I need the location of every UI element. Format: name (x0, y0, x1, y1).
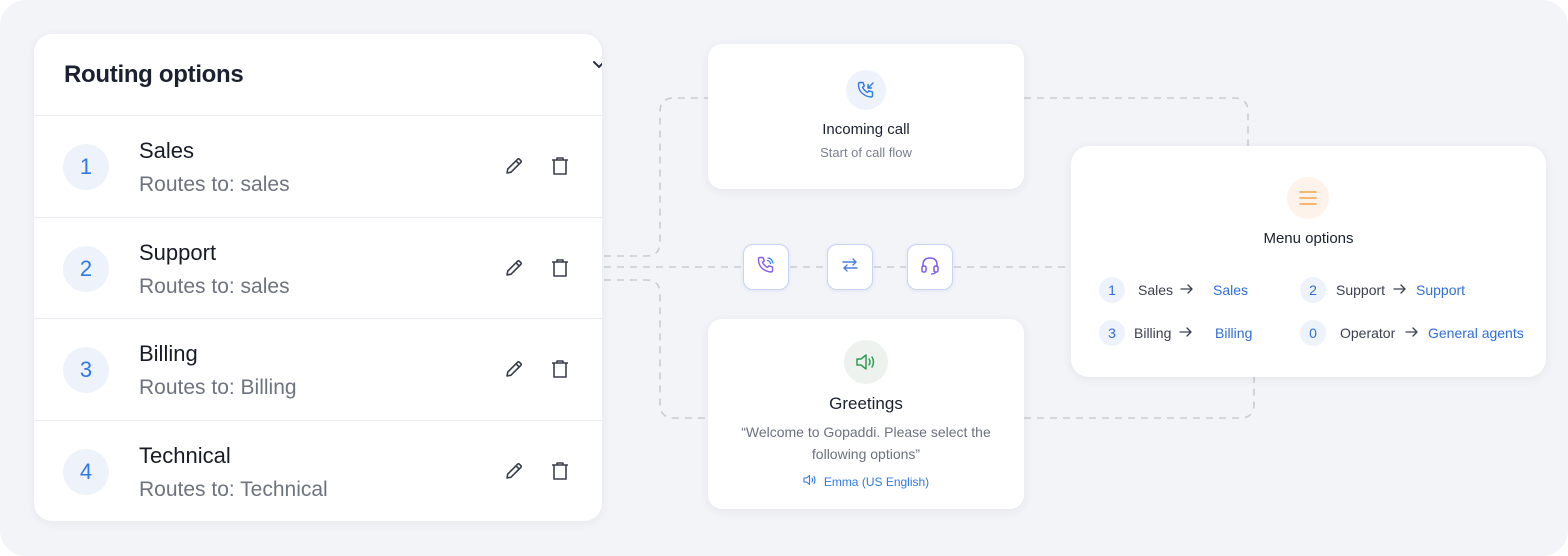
route-number-badge: 1 (63, 144, 109, 190)
menu-key-badge: 2 (1300, 277, 1326, 303)
route-destination: Routes to: sales (139, 173, 290, 196)
trash-icon[interactable] (547, 458, 573, 484)
menu-item-target[interactable]: General agents (1428, 325, 1524, 341)
arrow-right-icon (1405, 327, 1418, 337)
menu-item-target[interactable]: Sales (1213, 282, 1248, 298)
edit-icon[interactable] (501, 255, 527, 281)
menu-key-badge: 1 (1099, 277, 1125, 303)
trash-icon[interactable] (547, 255, 573, 281)
greetings-title: Greetings (829, 394, 903, 413)
arrow-right-icon (1393, 284, 1406, 294)
menu-key-badge: 0 (1300, 320, 1326, 346)
arrow-right-icon (1179, 327, 1192, 337)
panel-title: Routing options (64, 61, 244, 88)
routing-row[interactable]: 3 Billing Routes to: Billing (34, 319, 602, 421)
route-name: Support (139, 239, 217, 265)
menu-item-label: Support (1336, 282, 1386, 298)
incoming-call-card[interactable]: Incoming call Start of call flow (708, 44, 1024, 189)
voice-selector[interactable]: Emma (US English) (708, 474, 1024, 489)
speaker-small-icon (803, 474, 818, 489)
greeting-message-line-1: “Welcome to Gopaddi. Please select the (741, 424, 991, 440)
headset-icon (919, 254, 941, 281)
menu-item-target[interactable]: Support (1416, 282, 1465, 298)
phone-call-node[interactable] (743, 244, 789, 290)
menu-item-label: Operator (1340, 325, 1396, 341)
menu-key-badge: 3 (1099, 320, 1125, 346)
edit-icon[interactable] (501, 153, 527, 179)
route-name: Technical (139, 442, 231, 468)
chevron-icon[interactable] (592, 58, 602, 77)
trash-icon[interactable] (547, 356, 573, 382)
route-number-badge: 4 (63, 448, 109, 495)
edit-icon[interactable] (501, 356, 527, 382)
phone-incoming-icon (846, 70, 886, 110)
routing-row[interactable]: 1 Sales Routes to: sales (34, 116, 602, 218)
greeting-message-line-2: following options” (811, 446, 921, 462)
menu-options-card[interactable]: Menu options 1 Sales Sales 2 Support Sup… (1071, 146, 1546, 377)
menu-title: Menu options (1263, 230, 1354, 247)
menu-item-label: Billing (1134, 325, 1172, 341)
routing-row[interactable]: 4 Technical Routes to: Technical (34, 421, 602, 522)
voice-label: Emma (US English) (823, 474, 930, 489)
route-destination: Routes to: Technical (139, 477, 328, 501)
route-name: Sales (139, 138, 195, 163)
route-number-badge: 2 (63, 245, 109, 292)
transfer-arrows-icon (840, 255, 860, 280)
routing-options-panel: Routing options 1 Sales Routes to: sales… (34, 34, 602, 521)
menu-lines-icon (1287, 177, 1329, 219)
agent-node[interactable] (907, 244, 953, 290)
routing-header: Routing options (34, 34, 602, 116)
transfer-node[interactable] (827, 244, 873, 290)
arrow-right-icon (1180, 284, 1193, 294)
trash-icon[interactable] (547, 153, 573, 179)
phone-call-icon (756, 255, 776, 280)
route-name: Billing (139, 341, 198, 366)
menu-item-target[interactable]: Billing (1215, 325, 1252, 341)
incoming-call-subtitle: Start of call flow (820, 145, 912, 160)
greetings-card[interactable]: Greetings “Welcome to Gopaddi. Please se… (708, 319, 1024, 509)
route-number-badge: 3 (63, 347, 109, 393)
menu-item-label: Sales (1138, 282, 1174, 298)
call-flow-canvas: Routing options 1 Sales Routes to: sales… (0, 0, 1568, 556)
route-destination: Routes to: sales (139, 274, 290, 298)
routing-row[interactable]: 2 Support Routes to: sales (34, 218, 602, 319)
speaker-icon (844, 340, 888, 384)
incoming-call-title: Incoming call (822, 121, 910, 138)
edit-icon[interactable] (501, 458, 527, 484)
route-destination: Routes to: Billing (139, 376, 297, 399)
